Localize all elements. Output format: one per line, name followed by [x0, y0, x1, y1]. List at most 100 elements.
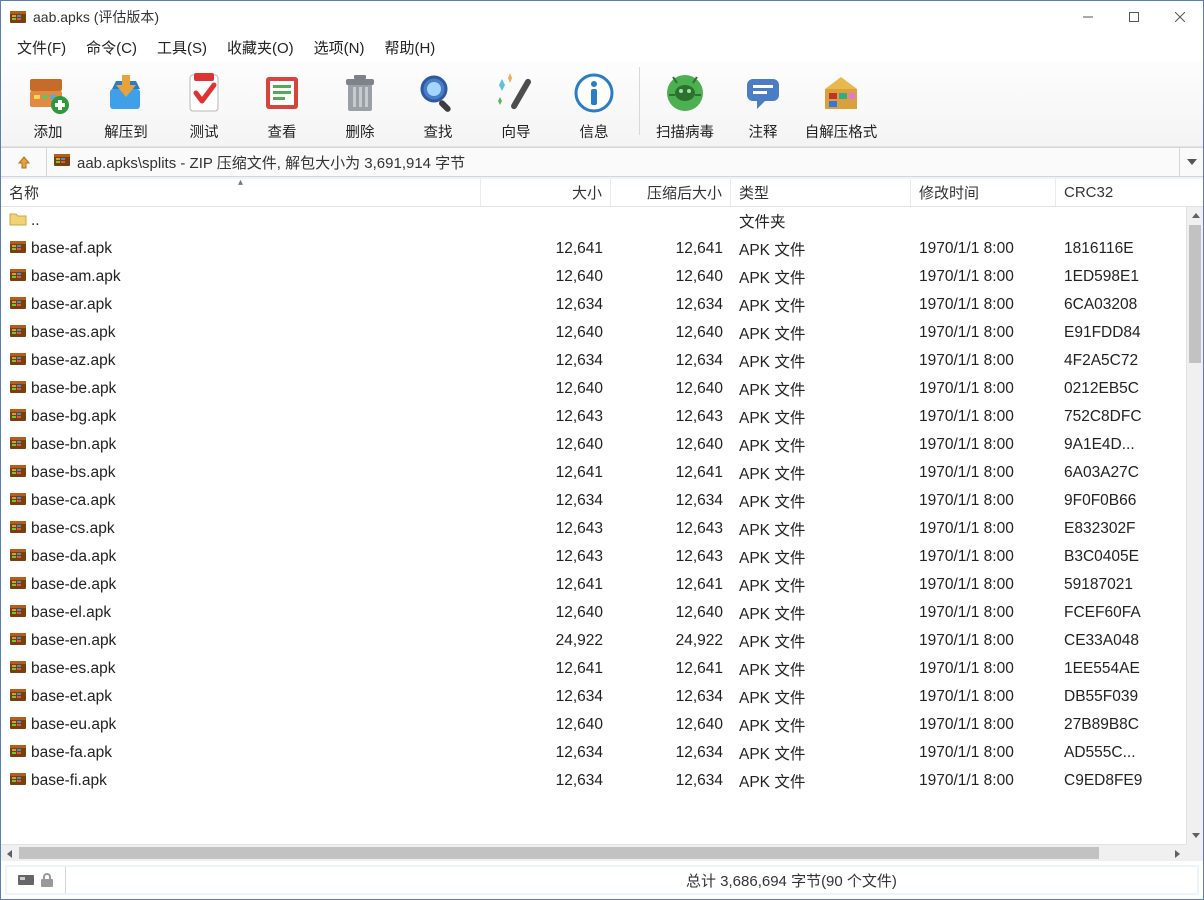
table-row[interactable]: .. 文件夹 — [1, 207, 1186, 235]
file-type: APK 文件 — [731, 602, 911, 624]
archive-icon — [53, 151, 71, 173]
scroll-left-button[interactable] — [1, 845, 18, 861]
close-button[interactable] — [1157, 2, 1203, 32]
file-size: 12,641 — [481, 576, 611, 594]
file-name: base-as.apk — [31, 324, 115, 342]
file-mtime: 1970/1/1 8:00 — [911, 324, 1056, 342]
file-crc: 4F2A5C72 — [1056, 352, 1156, 370]
tool-test[interactable]: 测试 — [165, 67, 243, 144]
up-button[interactable] — [1, 148, 47, 176]
table-row[interactable]: base-fi.apk 12,634 12,634 APK 文件 1970/1/… — [1, 767, 1186, 795]
file-type: APK 文件 — [731, 406, 911, 428]
tool-info[interactable]: 信息 — [555, 67, 633, 144]
file-name: base-ar.apk — [31, 296, 112, 314]
scroll-down-button[interactable] — [1187, 827, 1203, 844]
vertical-scrollbar[interactable] — [1186, 207, 1203, 844]
tool-add[interactable]: 添加 — [9, 67, 87, 144]
location-field[interactable]: aab.apks\splits - ZIP 压缩文件, 解包大小为 3,691,… — [47, 151, 1179, 173]
file-mtime: 1970/1/1 8:00 — [911, 464, 1056, 482]
file-name: base-fi.apk — [31, 772, 107, 790]
scroll-right-button[interactable] — [1169, 845, 1186, 861]
file-icon — [9, 546, 27, 569]
vertical-scroll-thumb[interactable] — [1189, 225, 1201, 363]
table-row[interactable]: base-el.apk 12,640 12,640 APK 文件 1970/1/… — [1, 599, 1186, 627]
sfx-icon — [817, 69, 865, 117]
column-header: 名称▴ 大小 压缩后大小 类型 修改时间 CRC32 — [1, 179, 1203, 207]
menu-command[interactable]: 命令(C) — [78, 35, 145, 60]
scroll-up-button[interactable] — [1187, 207, 1203, 224]
table-row[interactable]: base-am.apk 12,640 12,640 APK 文件 1970/1/… — [1, 263, 1186, 291]
file-csize: 12,641 — [611, 660, 731, 678]
file-icon — [9, 686, 27, 709]
file-type: APK 文件 — [731, 714, 911, 736]
file-type: APK 文件 — [731, 322, 911, 344]
disk-icon — [17, 873, 35, 887]
table-row[interactable]: base-bs.apk 12,641 12,641 APK 文件 1970/1/… — [1, 459, 1186, 487]
location-bar: aab.apks\splits - ZIP 压缩文件, 解包大小为 3,691,… — [1, 147, 1203, 177]
menu-fav[interactable]: 收藏夹(O) — [219, 35, 302, 60]
horizontal-scrollbar[interactable] — [1, 844, 1186, 861]
file-size: 12,640 — [481, 436, 611, 454]
minimize-button[interactable] — [1065, 2, 1111, 32]
file-name: base-el.apk — [31, 604, 111, 622]
horizontal-scroll-thumb[interactable] — [19, 847, 1099, 859]
file-name: base-et.apk — [31, 688, 112, 706]
col-csize[interactable]: 压缩后大小 — [611, 179, 731, 206]
table-row[interactable]: base-ar.apk 12,634 12,634 APK 文件 1970/1/… — [1, 291, 1186, 319]
table-row[interactable]: base-et.apk 12,634 12,634 APK 文件 1970/1/… — [1, 683, 1186, 711]
file-name: base-af.apk — [31, 240, 112, 258]
file-crc: 6A03A27C — [1056, 464, 1156, 482]
table-row[interactable]: base-eu.apk 12,640 12,640 APK 文件 1970/1/… — [1, 711, 1186, 739]
file-name: base-de.apk — [31, 576, 116, 594]
table-row[interactable]: base-de.apk 12,641 12,641 APK 文件 1970/1/… — [1, 571, 1186, 599]
tool-scan[interactable]: 扫描病毒 — [646, 67, 724, 144]
table-row[interactable]: base-be.apk 12,640 12,640 APK 文件 1970/1/… — [1, 375, 1186, 403]
file-name: base-en.apk — [31, 632, 116, 650]
tool-view[interactable]: 查看 — [243, 67, 321, 144]
table-row[interactable]: base-az.apk 12,634 12,634 APK 文件 1970/1/… — [1, 347, 1186, 375]
tool-find[interactable]: 查找 — [399, 67, 477, 144]
tool-scan-label: 扫描病毒 — [656, 121, 714, 142]
table-row[interactable]: base-as.apk 12,640 12,640 APK 文件 1970/1/… — [1, 319, 1186, 347]
col-size[interactable]: 大小 — [481, 179, 611, 206]
file-size: 12,634 — [481, 492, 611, 510]
add-icon — [24, 69, 72, 117]
file-crc: 6CA03208 — [1056, 296, 1156, 314]
wizard-icon — [492, 69, 540, 117]
col-crc[interactable]: CRC32 — [1056, 179, 1156, 206]
file-name: base-bn.apk — [31, 436, 116, 454]
file-mtime: 1970/1/1 8:00 — [911, 576, 1056, 594]
file-mtime: 1970/1/1 8:00 — [911, 632, 1056, 650]
table-row[interactable]: base-bg.apk 12,643 12,643 APK 文件 1970/1/… — [1, 403, 1186, 431]
tool-delete[interactable]: 删除 — [321, 67, 399, 144]
location-dropdown[interactable] — [1179, 148, 1203, 176]
tool-comment[interactable]: 注释 — [724, 67, 802, 144]
sort-asc-icon: ▴ — [238, 179, 243, 188]
table-row[interactable]: base-en.apk 24,922 24,922 APK 文件 1970/1/… — [1, 627, 1186, 655]
maximize-button[interactable] — [1111, 2, 1157, 32]
tool-wizard[interactable]: 向导 — [477, 67, 555, 144]
table-row[interactable]: base-da.apk 12,643 12,643 APK 文件 1970/1/… — [1, 543, 1186, 571]
file-name: base-cs.apk — [31, 520, 115, 538]
menu-file[interactable]: 文件(F) — [9, 35, 74, 60]
col-name[interactable]: 名称▴ — [1, 179, 481, 206]
table-row[interactable]: base-af.apk 12,641 12,641 APK 文件 1970/1/… — [1, 235, 1186, 263]
menu-options[interactable]: 选项(N) — [306, 35, 373, 60]
tool-sfx[interactable]: 自解压格式 — [802, 67, 880, 144]
menu-help[interactable]: 帮助(H) — [376, 35, 443, 60]
file-type: APK 文件 — [731, 462, 911, 484]
app-icon — [9, 8, 27, 26]
file-crc: 27B89B8C — [1056, 716, 1156, 734]
tool-extract[interactable]: 解压到 — [87, 67, 165, 144]
col-type[interactable]: 类型 — [731, 179, 911, 206]
file-type: APK 文件 — [731, 686, 911, 708]
tool-wizard-label: 向导 — [502, 121, 531, 142]
table-row[interactable]: base-fa.apk 12,634 12,634 APK 文件 1970/1/… — [1, 739, 1186, 767]
menu-tools[interactable]: 工具(S) — [149, 35, 215, 60]
col-mtime[interactable]: 修改时间 — [911, 179, 1056, 206]
table-row[interactable]: base-cs.apk 12,643 12,643 APK 文件 1970/1/… — [1, 515, 1186, 543]
table-row[interactable]: base-bn.apk 12,640 12,640 APK 文件 1970/1/… — [1, 431, 1186, 459]
table-row[interactable]: base-ca.apk 12,634 12,634 APK 文件 1970/1/… — [1, 487, 1186, 515]
table-row[interactable]: base-es.apk 12,641 12,641 APK 文件 1970/1/… — [1, 655, 1186, 683]
file-crc: E832302F — [1056, 520, 1156, 538]
